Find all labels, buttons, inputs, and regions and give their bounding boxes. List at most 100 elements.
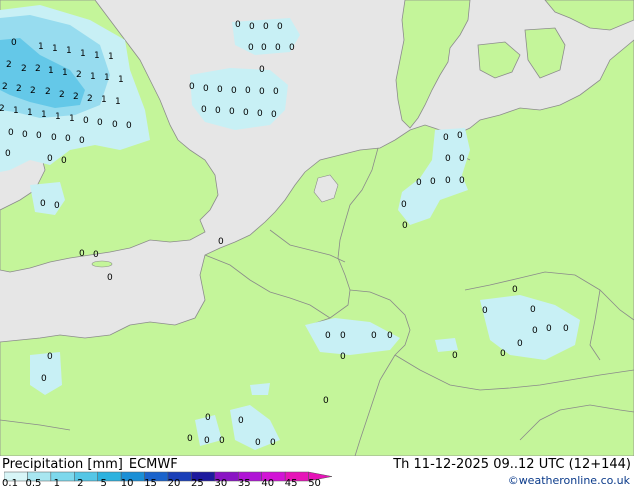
value-label: 1 bbox=[69, 114, 75, 124]
value-label: 0 bbox=[218, 237, 224, 247]
value-label: 1 bbox=[13, 106, 19, 116]
value-label: 0 bbox=[500, 349, 506, 359]
value-label: 0 bbox=[189, 82, 195, 92]
valid-time: Th 11-12-2025 09..12 UTC (12+144) bbox=[393, 457, 631, 472]
scale-label: 30 bbox=[214, 478, 228, 489]
value-label: 0 bbox=[36, 131, 42, 141]
precip-north-sea bbox=[190, 68, 288, 130]
scale-label: 40 bbox=[261, 478, 275, 489]
value-label: 0 bbox=[255, 438, 261, 448]
value-label: 0 bbox=[8, 128, 14, 138]
value-label: 1 bbox=[115, 97, 121, 107]
scale-label: 20 bbox=[167, 478, 181, 489]
value-label: 0 bbox=[457, 131, 463, 141]
value-label: 0 bbox=[83, 116, 89, 126]
value-label: 0 bbox=[79, 136, 85, 146]
value-label: 0 bbox=[97, 118, 103, 128]
value-label: 0 bbox=[271, 110, 277, 120]
value-label: 0 bbox=[187, 434, 193, 444]
value-label: 0 bbox=[79, 249, 85, 259]
value-label: 1 bbox=[90, 72, 96, 82]
value-label: 2 bbox=[87, 94, 93, 104]
value-label: 0 bbox=[512, 285, 518, 295]
value-label: 1 bbox=[94, 51, 100, 61]
scale-label: 5 bbox=[100, 478, 107, 489]
value-label: 0 bbox=[387, 331, 393, 341]
value-label: 2 bbox=[59, 90, 65, 100]
value-label: 1 bbox=[66, 46, 72, 56]
value-label: 0 bbox=[126, 121, 132, 131]
value-label: 0 bbox=[416, 178, 422, 188]
scale-label: 0.5 bbox=[25, 478, 42, 489]
value-label: 0 bbox=[245, 86, 251, 96]
value-label: 0 bbox=[273, 87, 279, 97]
value-label: 0 bbox=[563, 324, 569, 334]
value-label: 0 bbox=[205, 413, 211, 423]
value-label: 0 bbox=[54, 201, 60, 211]
value-label: 2 bbox=[0, 104, 5, 114]
credit-link[interactable]: ©weatheronline.co.uk bbox=[508, 474, 630, 487]
value-label: 0 bbox=[201, 105, 207, 115]
value-label: 0 bbox=[323, 396, 329, 406]
value-label: 0 bbox=[445, 154, 451, 164]
scale-label: 25 bbox=[191, 478, 204, 489]
value-label: 0 bbox=[204, 436, 210, 446]
value-label: 0 bbox=[261, 43, 267, 53]
scale-label: 45 bbox=[284, 478, 298, 489]
value-label: 0 bbox=[445, 176, 451, 186]
value-label: 1 bbox=[108, 52, 114, 62]
value-label: 0 bbox=[47, 154, 53, 164]
scale-label: 15 bbox=[144, 478, 157, 489]
value-label: 0 bbox=[47, 352, 53, 362]
value-label: 0 bbox=[238, 416, 244, 426]
value-label: 1 bbox=[55, 112, 61, 122]
value-label: 0 bbox=[452, 351, 458, 361]
map-canvas bbox=[0, 0, 634, 456]
precip-small-2 bbox=[250, 383, 270, 395]
value-label: 0 bbox=[93, 250, 99, 260]
value-label: 0 bbox=[270, 438, 276, 448]
value-label: 0 bbox=[259, 65, 265, 75]
value-label: 0 bbox=[277, 22, 283, 32]
value-label: 0 bbox=[430, 177, 436, 187]
value-label: 0 bbox=[482, 306, 488, 316]
value-label: 0 bbox=[11, 38, 17, 48]
scale-label: 50 bbox=[308, 478, 321, 489]
value-label: 0 bbox=[289, 43, 295, 53]
value-label: 0 bbox=[443, 133, 449, 143]
value-label: 0 bbox=[112, 120, 118, 130]
value-label: 1 bbox=[41, 110, 47, 120]
value-label: 1 bbox=[80, 49, 86, 59]
value-label: 2 bbox=[2, 82, 8, 92]
scale-label: 2 bbox=[77, 478, 84, 489]
value-label: 1 bbox=[38, 42, 44, 52]
value-label: 0 bbox=[340, 352, 346, 362]
value-label: 0 bbox=[517, 339, 523, 349]
value-label: 1 bbox=[48, 66, 54, 76]
value-label: 0 bbox=[229, 107, 235, 117]
scale-label: 0.1 bbox=[2, 478, 18, 489]
value-label: 0 bbox=[371, 331, 377, 341]
value-label: 0 bbox=[61, 156, 67, 166]
value-label: 2 bbox=[30, 86, 36, 96]
value-label: 0 bbox=[402, 221, 408, 231]
scale-labels: 0.1 0.5 1 2 5 10 15 20 25 30 35 40 45 50 bbox=[0, 478, 340, 490]
value-label: 0 bbox=[215, 106, 221, 116]
isle-of-wight bbox=[91, 260, 113, 268]
product-title: Precipitation [mm] ECMWF bbox=[2, 457, 178, 472]
value-label: 0 bbox=[340, 331, 346, 341]
value-label: 0 bbox=[40, 199, 46, 209]
value-label: 1 bbox=[62, 68, 68, 78]
value-label: 0 bbox=[231, 86, 237, 96]
precip-small-1 bbox=[435, 338, 458, 352]
product-label: Precipitation [mm] bbox=[2, 457, 123, 472]
value-label: 2 bbox=[35, 64, 41, 74]
scale-label: 1 bbox=[53, 478, 61, 489]
value-label: 0 bbox=[530, 305, 536, 315]
value-label: 0 bbox=[546, 324, 552, 334]
value-label: 2 bbox=[73, 92, 79, 102]
value-label: 0 bbox=[325, 331, 331, 341]
legend-bar: Precipitation [mm] ECMWF Th 11-12-2025 09… bbox=[0, 456, 634, 490]
value-label: 0 bbox=[249, 22, 255, 32]
value-label: 1 bbox=[27, 108, 33, 118]
